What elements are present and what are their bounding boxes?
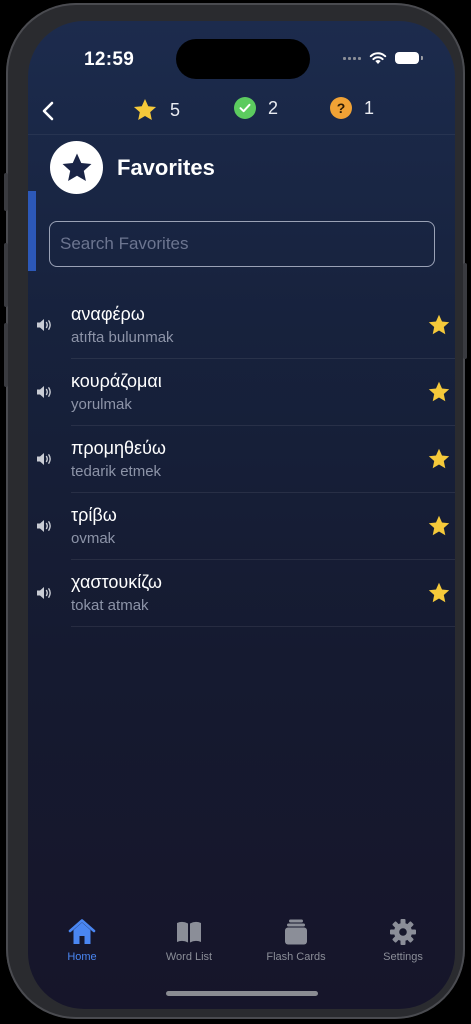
favorite-star-icon[interactable]: [427, 380, 451, 404]
translation-text: atıfta bulunmak: [71, 329, 174, 346]
list-item[interactable]: αναφέρω atıfta bulunmak: [28, 292, 455, 359]
word-text: αναφέρω: [71, 304, 145, 324]
question-mark-icon: ?: [330, 97, 352, 119]
favorite-star-icon[interactable]: [427, 581, 451, 605]
translation-text: yorulmak: [71, 396, 132, 413]
phone-frame: 12:59 5 2 ? 1 Favorites Search Favorites…: [4, 3, 467, 1019]
status-icons: [343, 51, 423, 65]
power-button: [463, 263, 467, 359]
tab-label: Home: [67, 951, 97, 963]
row-divider: [71, 626, 455, 627]
speaker-icon[interactable]: [34, 382, 54, 402]
speaker-icon[interactable]: [34, 516, 54, 536]
edge-highlight: [28, 191, 36, 271]
topbar-divider: [28, 134, 455, 135]
volume-down-button: [4, 323, 8, 387]
translation-text: tedarik etmek: [71, 463, 162, 480]
word-text: τρίβω: [71, 505, 117, 525]
tab-settings[interactable]: Settings: [358, 917, 448, 963]
word-text: χαστουκίζω: [71, 572, 162, 592]
word-text: κουράζομαι: [71, 371, 162, 391]
favorite-star-icon[interactable]: [427, 447, 451, 471]
speaker-icon[interactable]: [34, 315, 54, 335]
translation-text: ovmak: [71, 530, 116, 547]
tab-flash-cards[interactable]: Flash Cards: [251, 917, 341, 963]
stats-bar: 5 2 ? 1: [28, 91, 455, 135]
list-item[interactable]: προμηθεύω tedarik etmek: [28, 426, 455, 493]
favorites-count-value: 5: [170, 99, 181, 120]
home-icon: [37, 917, 127, 947]
unknown-count-value: 1: [364, 97, 375, 118]
tab-bar: Home Word List Flash Cards Settings: [28, 917, 455, 977]
home-indicator[interactable]: [166, 991, 318, 996]
search-input[interactable]: [49, 221, 435, 267]
favorite-star-icon[interactable]: [427, 514, 451, 538]
favorites-count: 5: [132, 97, 180, 123]
favorites-badge: [50, 141, 103, 194]
battery-icon: [395, 52, 423, 64]
app-screen: 12:59 5 2 ? 1 Favorites Search Favorites…: [28, 21, 455, 1009]
speaker-icon[interactable]: [34, 583, 54, 603]
unknown-count: ? 1: [330, 97, 374, 119]
page-title: Favorites: [117, 154, 215, 180]
tab-home[interactable]: Home: [37, 917, 127, 963]
status-time: 12:59: [84, 49, 135, 70]
favorites-list: αναφέρω atıfta bulunmak κουράζομαι yorulmak…: [28, 292, 455, 627]
tab-label: Settings: [383, 951, 423, 963]
list-item[interactable]: τρίβω ovmak: [28, 493, 455, 560]
cards-icon: [251, 917, 341, 947]
tab-word-list[interactable]: Word List: [144, 917, 234, 963]
action-button: [4, 173, 8, 211]
list-item[interactable]: κουράζομαι yorulmak: [28, 359, 455, 426]
gear-icon: [358, 917, 448, 947]
correct-count-value: 2: [268, 97, 279, 118]
star-icon: [62, 153, 91, 181]
dynamic-island: [176, 39, 310, 79]
correct-count: 2: [234, 97, 278, 119]
tab-label: Word List: [165, 951, 213, 963]
translation-text: tokat atmak: [71, 597, 149, 614]
star-icon: [133, 98, 157, 120]
page-header: Favorites: [50, 141, 215, 194]
cellular-signal-icon: [343, 56, 361, 60]
wifi-icon: [369, 52, 387, 64]
speaker-icon[interactable]: [34, 449, 54, 469]
checkmark-icon: [234, 97, 256, 119]
book-icon: [144, 917, 234, 947]
volume-up-button: [4, 243, 8, 307]
word-text: προμηθεύω: [71, 438, 166, 458]
tab-label: Flash Cards: [266, 951, 326, 963]
back-button[interactable]: [36, 97, 64, 125]
favorite-star-icon[interactable]: [427, 313, 451, 337]
list-item[interactable]: χαστουκίζω tokat atmak: [28, 560, 455, 627]
